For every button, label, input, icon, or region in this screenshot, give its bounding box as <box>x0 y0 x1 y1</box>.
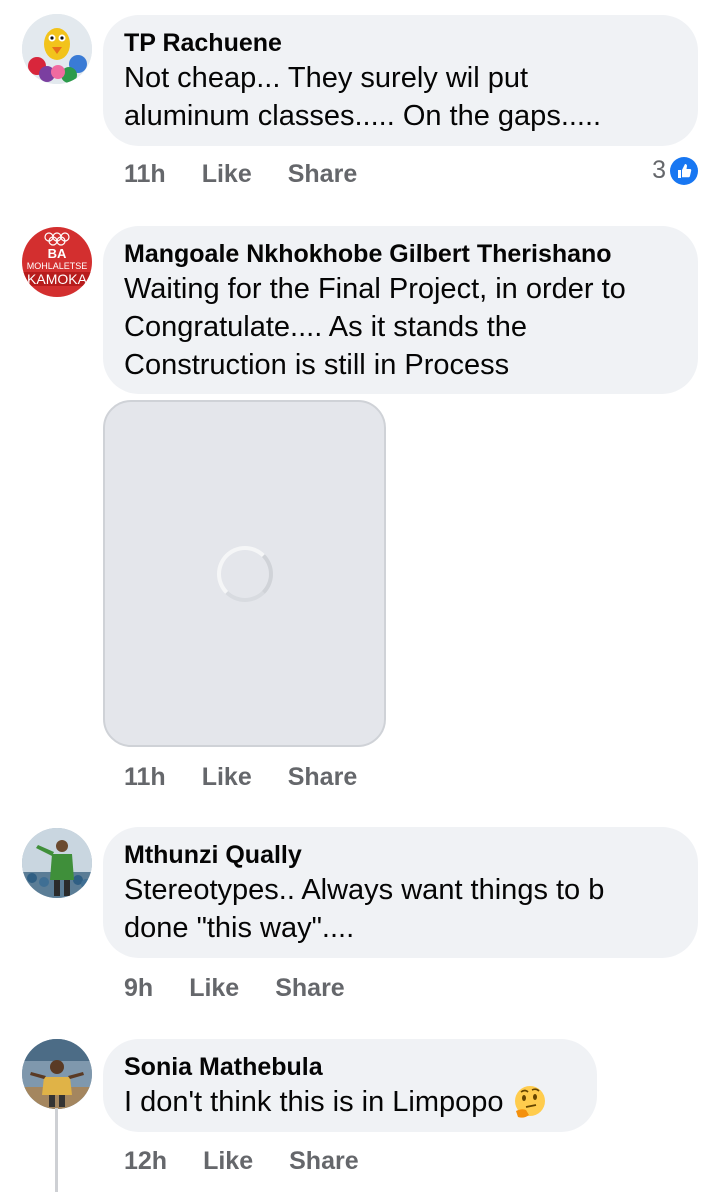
comment-timestamp[interactable]: 9h <box>124 973 153 1003</box>
comment-actions: 11h Like Share <box>124 762 357 792</box>
person-photo-avatar-icon <box>22 1039 92 1109</box>
comment-actions: 9h Like Share <box>124 973 345 1003</box>
loading-spinner-icon <box>216 545 273 602</box>
share-button[interactable]: Share <box>288 159 357 189</box>
like-button[interactable]: Like <box>202 159 252 189</box>
comment-author[interactable]: Mangoale Nkhokhobe Gilbert Therishano <box>124 238 676 270</box>
thinking-face-icon <box>514 1086 545 1118</box>
comment-bubble: Sonia Mathebula I don't think this is in… <box>103 1039 597 1132</box>
share-button[interactable]: Share <box>275 973 344 1003</box>
olympic-rings-icon <box>44 232 70 246</box>
muppet-avatar-icon <box>22 14 92 84</box>
comment-text-line: Stereotypes.. Always want things to b <box>124 874 605 906</box>
comment-text-line: Congratulate.... As it stands the <box>124 311 528 343</box>
comment-bubble: Mangoale Nkhokhobe Gilbert Therishano Wa… <box>103 226 698 394</box>
reaction-summary[interactable]: 3 <box>652 156 698 185</box>
comment-text-line: Not cheap... They surely wil put <box>124 62 529 94</box>
avatar[interactable]: BA MOHLALETSE KAMOKA <box>22 227 92 297</box>
like-button[interactable]: Like <box>202 762 252 792</box>
like-button[interactable]: Like <box>189 973 239 1003</box>
comment-timestamp[interactable]: 11h <box>124 159 166 189</box>
comment-timestamp[interactable]: 12h <box>124 1146 167 1176</box>
avatar[interactable] <box>22 1039 92 1109</box>
comment-text-line: done "this way".... <box>124 912 355 944</box>
comment-text-line: Waiting for the Final Project, in order … <box>124 273 626 305</box>
reply-thread-line <box>55 1108 58 1192</box>
avatar[interactable] <box>22 828 92 898</box>
avatar-text: KAMOKA <box>22 272 92 286</box>
like-reaction-icon <box>670 156 698 185</box>
comment-timestamp[interactable]: 11h <box>124 762 166 792</box>
like-button[interactable]: Like <box>203 1146 253 1176</box>
share-button[interactable]: Share <box>288 762 357 792</box>
reaction-count: 3 <box>652 156 666 184</box>
comment-author[interactable]: Mthunzi Qually <box>124 839 676 871</box>
comment-text-line: I don't think this is in Limpopo <box>124 1083 575 1121</box>
avatar-text: BA <box>47 246 67 261</box>
avatar[interactable] <box>22 14 92 84</box>
comment-author[interactable]: TP Rachuene <box>124 27 676 59</box>
comment-bubble: Mthunzi Qually Stereotypes.. Always want… <box>103 827 698 958</box>
comment-image-attachment[interactable] <box>103 400 386 747</box>
comment-actions: 11h Like Share <box>124 159 357 189</box>
comment-text: I don't think this is in Limpopo <box>124 1086 504 1118</box>
comment-actions: 12h Like Share <box>124 1146 359 1176</box>
comment-bubble: TP Rachuene Not cheap... They surely wil… <box>103 15 698 146</box>
share-button[interactable]: Share <box>289 1146 358 1176</box>
comment-author[interactable]: Sonia Mathebula <box>124 1051 575 1083</box>
comment-text-line: aluminum classes..... On the gaps..... <box>124 100 602 132</box>
avatar-text: MOHLALETSE <box>26 261 88 271</box>
person-photo-avatar-icon <box>22 828 92 898</box>
comment-text-line: Construction is still in Process <box>124 349 510 381</box>
